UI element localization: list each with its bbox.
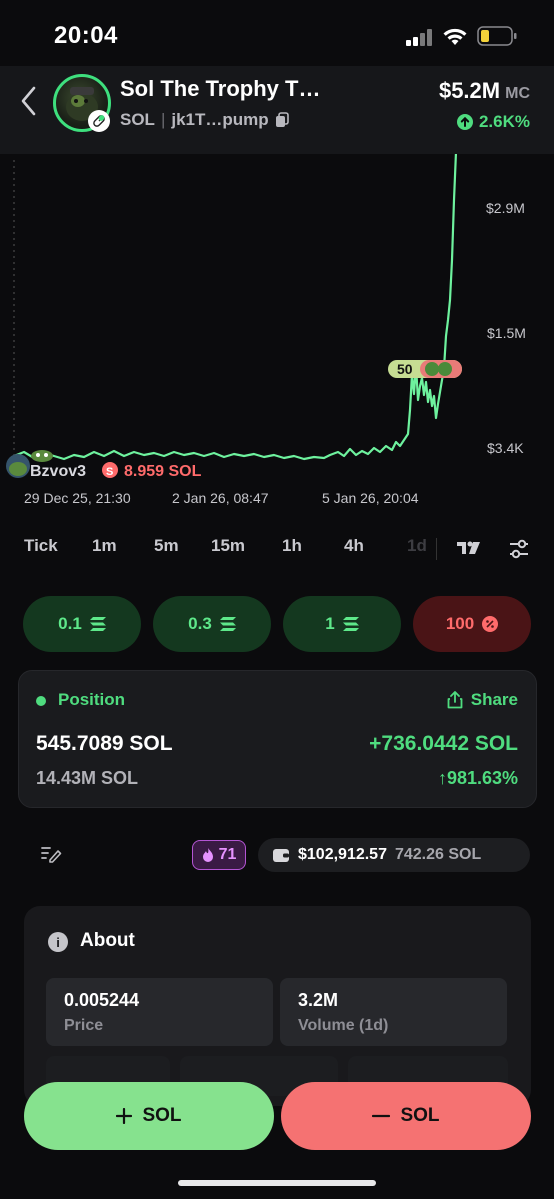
- share-button[interactable]: Share: [447, 690, 518, 710]
- position-title: Position: [58, 690, 126, 709]
- pepe-avatar-icon: [31, 450, 53, 462]
- timeframe-1d[interactable]: 1d: [407, 536, 427, 556]
- timeframe-1h[interactable]: 1h: [282, 536, 302, 556]
- trader-name: Bzvov3: [30, 463, 86, 480]
- market-cap: $5.2M MC: [439, 78, 530, 104]
- timeframe-1m[interactable]: 1m: [92, 536, 117, 556]
- stat-value: 0.005244: [64, 990, 140, 1010]
- buy-label: SOL: [142, 1105, 182, 1126]
- trader-amount: 8.959 SOL: [124, 463, 202, 480]
- stat-label: Price: [64, 1017, 104, 1034]
- pill-icon: [88, 110, 110, 132]
- home-indicator[interactable]: [178, 1180, 376, 1186]
- token-address[interactable]: jk1T…pump: [171, 110, 268, 130]
- trade-marker-count: 50: [397, 361, 413, 377]
- trader-tag[interactable]: Bzvov3 S 8.959 SOL: [30, 462, 202, 480]
- percent-icon: [482, 616, 499, 632]
- wallet-icon: [273, 849, 289, 862]
- points-badge[interactable]: 71: [192, 840, 246, 870]
- plus-icon: [116, 1108, 133, 1124]
- share-label: Share: [470, 690, 518, 709]
- market-cap-label: MC: [505, 85, 530, 102]
- y-axis-label: $3.4K: [487, 440, 524, 456]
- signal-icon: [406, 28, 434, 46]
- timeframe-4h[interactable]: 4h: [344, 536, 364, 556]
- stat-label: Volume (1d): [298, 1017, 389, 1034]
- buy-button[interactable]: SOL: [24, 1082, 274, 1150]
- quick-buy-0-3-button[interactable]: 0.3: [153, 596, 271, 652]
- quick-amount-label: 100: [445, 614, 475, 633]
- status-time: 20:04: [54, 22, 118, 49]
- quick-buy-0-1-button[interactable]: 0.1: [23, 596, 141, 652]
- wallet-balance[interactable]: $102,912.57 742.26 SOL: [258, 838, 530, 872]
- trader-side: S: [106, 466, 113, 478]
- price-chart[interactable]: 50 Bzvov3 S 8.959 SOL: [0, 154, 554, 520]
- tradingview-icon[interactable]: [456, 540, 482, 556]
- quick-sell-100-button[interactable]: 100: [413, 596, 531, 652]
- solana-icon: [89, 617, 106, 631]
- stat-volume: 3.2M Volume (1d): [280, 978, 507, 1046]
- x-axis-label: 29 Dec 25, 21:30: [24, 490, 131, 506]
- position-pnl: +736.0442 SOL: [369, 732, 518, 755]
- sell-button[interactable]: SOL: [281, 1082, 531, 1150]
- y-axis-label: $1.5M: [487, 325, 526, 341]
- copy-icon[interactable]: [275, 112, 289, 128]
- price-change-value: 2.6K%: [478, 112, 530, 131]
- share-icon: [447, 691, 463, 709]
- token-name: Sol The Trophy T…: [120, 76, 321, 101]
- market-cap-value: $5.2M: [438, 78, 501, 103]
- quick-buy-1-button[interactable]: 1: [283, 596, 401, 652]
- battery-icon: [477, 26, 517, 46]
- edit-icon[interactable]: [40, 844, 62, 864]
- price-line: [13, 154, 458, 461]
- back-button[interactable]: [16, 84, 42, 118]
- chart-settings-icon[interactable]: [508, 539, 530, 559]
- quick-amount-label: 0.1: [58, 614, 82, 633]
- wallet-sol: 742.26 SOL: [394, 846, 482, 863]
- sell-label: SOL: [400, 1105, 440, 1126]
- stat-value: 3.2M: [298, 990, 339, 1010]
- quick-amount-label: 0.3: [188, 614, 212, 633]
- stat-price: 0.005244 Price: [46, 978, 273, 1046]
- quick-amount-label: 1: [325, 614, 335, 633]
- solana-icon: [342, 617, 359, 631]
- wallet-usd: $102,912.57: [298, 846, 387, 863]
- token-chain: SOL: [120, 110, 155, 129]
- position-total: 14.43M SOL: [36, 768, 139, 788]
- about-title: About: [80, 930, 135, 951]
- points-value: 71: [218, 846, 237, 863]
- info-icon: i: [48, 932, 68, 952]
- token-subtitle: SOL | jk1T…pump: [120, 110, 289, 130]
- x-axis-label: 5 Jan 26, 20:04: [322, 490, 419, 506]
- y-axis-label: $2.9M: [486, 200, 525, 216]
- trader-avatar: [6, 454, 30, 478]
- solana-icon: [219, 617, 236, 631]
- wifi-icon: [443, 28, 467, 45]
- position-amount: 545.7089 SOL: [36, 732, 173, 755]
- flame-icon: [202, 848, 213, 862]
- x-axis-label: 2 Jan 26, 08:47: [172, 490, 269, 506]
- timeframe-15m[interactable]: 15m: [211, 536, 245, 556]
- trade-marker-badge[interactable]: 50: [388, 360, 462, 378]
- position-pnl-percent: ↑981.63%: [437, 768, 518, 788]
- arrow-up-circle-icon: [456, 114, 473, 130]
- divider: |: [160, 110, 166, 129]
- timeframe-tick[interactable]: Tick: [24, 536, 58, 556]
- timeframe-selector: Tick 1m 5m 15m 1h 4h 1d: [0, 536, 554, 566]
- timeframe-5m[interactable]: 5m: [154, 536, 179, 556]
- status-dot: [36, 696, 46, 706]
- minus-icon: [372, 1114, 391, 1118]
- divider: [436, 538, 437, 560]
- price-change: 2.6K%: [456, 112, 530, 132]
